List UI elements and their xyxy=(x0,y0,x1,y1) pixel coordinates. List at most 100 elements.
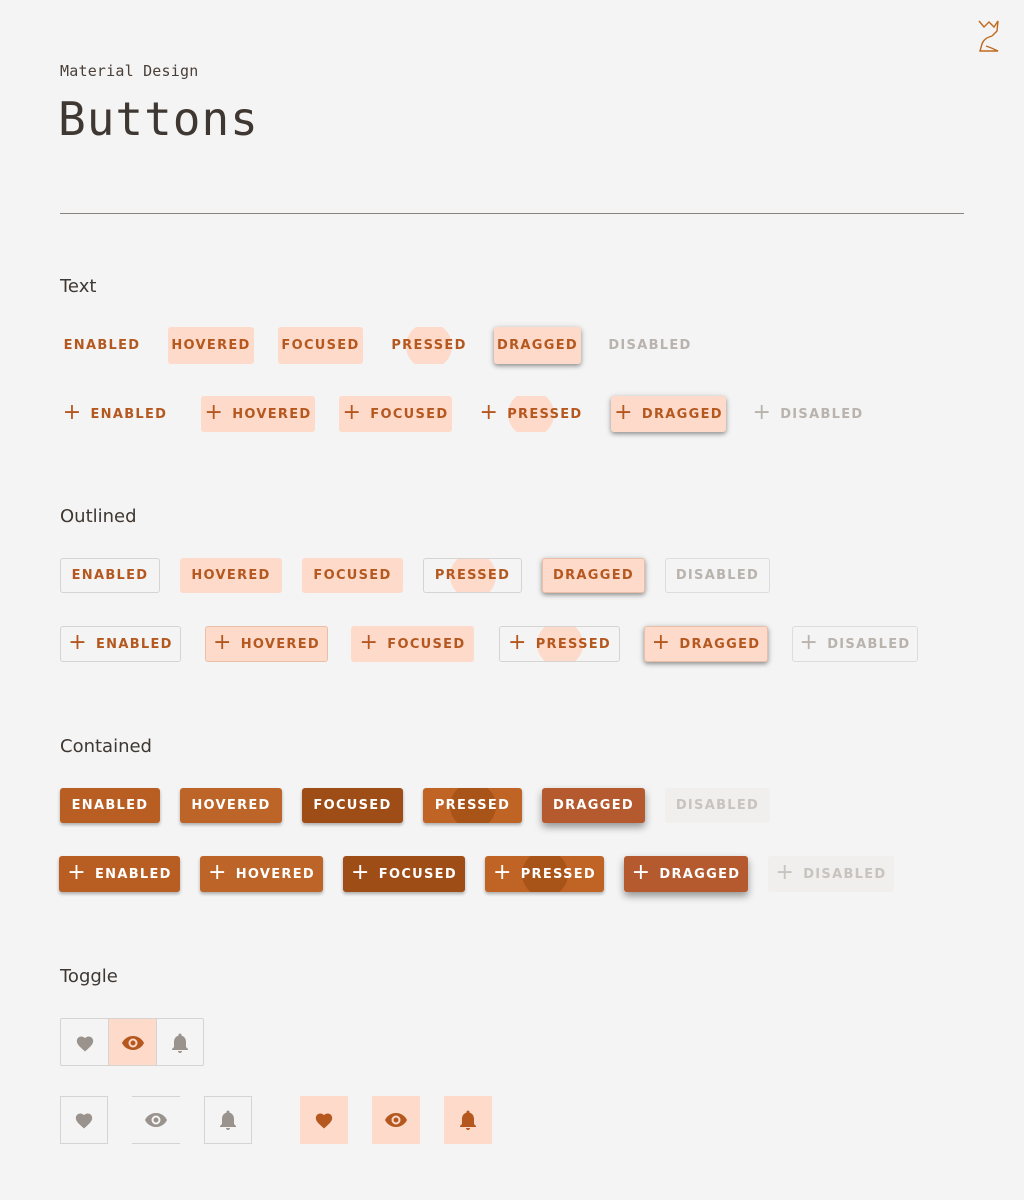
button-label: HOVERED xyxy=(191,568,271,583)
plus-icon: + xyxy=(752,400,773,425)
section-title-contained: Contained xyxy=(60,736,152,757)
button-label: DRAGGED xyxy=(679,636,761,652)
contained-icon-button-dragged[interactable]: + DRAGGED xyxy=(624,856,748,892)
button-label: PRESSED xyxy=(535,636,612,652)
page-title: Buttons xyxy=(58,92,259,146)
contained-icon-button-focused[interactable]: + FOCUSED xyxy=(343,856,465,892)
plus-icon: + xyxy=(351,860,371,885)
contained-button-dragged[interactable]: DRAGGED xyxy=(542,788,645,823)
section-title-outlined: Outlined xyxy=(60,506,137,527)
contained-icon-button-enabled[interactable]: + ENABLED xyxy=(59,856,180,892)
plus-icon: + xyxy=(799,630,820,655)
outlined-icon-button-hovered[interactable]: + HOVERED xyxy=(205,626,328,662)
button-label: PRESSED xyxy=(434,568,511,583)
heart-icon[interactable] xyxy=(61,1019,108,1065)
text-button-dragged[interactable]: DRAGGED xyxy=(494,327,581,364)
plus-icon: + xyxy=(212,630,233,655)
contained-icon-button-hovered[interactable]: + HOVERED xyxy=(200,856,323,892)
button-label: HOVERED xyxy=(191,798,271,813)
outlined-icon-button-pressed[interactable]: + PRESSED xyxy=(499,626,620,662)
page-overline: Material Design xyxy=(60,62,199,80)
button-label: FOCUSED xyxy=(281,338,360,353)
button-label: PRESSED xyxy=(507,406,583,422)
plus-icon: + xyxy=(614,400,634,425)
plus-icon: + xyxy=(631,860,652,885)
button-label: PRESSED xyxy=(391,338,467,353)
outlined-icon-button-enabled[interactable]: + ENABLED xyxy=(60,626,181,662)
button-label: DRAGGED xyxy=(553,798,634,813)
text-icon-button-dragged[interactable]: + DRAGGED xyxy=(611,396,726,432)
contained-button-enabled[interactable]: ENABLED xyxy=(60,788,160,823)
outlined-button-pressed[interactable]: PRESSED xyxy=(423,558,522,593)
outlined-button-dragged[interactable]: DRAGGED xyxy=(542,558,645,593)
contained-button-hovered[interactable]: HOVERED xyxy=(180,788,282,823)
eye-icon[interactable] xyxy=(372,1096,420,1144)
outlined-icon-button-disabled: + DISABLED xyxy=(792,626,918,662)
button-label: DISABLED xyxy=(803,866,887,882)
plus-icon: + xyxy=(507,630,528,655)
button-label: ENABLED xyxy=(90,406,168,422)
contained-icon-button-disabled: + DISABLED xyxy=(768,856,894,892)
text-icon-button-pressed[interactable]: + PRESSED xyxy=(476,396,586,432)
outlined-icon-button-dragged[interactable]: + DRAGGED xyxy=(644,626,768,662)
bell-icon[interactable] xyxy=(204,1096,252,1144)
heart-icon[interactable] xyxy=(60,1096,108,1144)
section-title-text: Text xyxy=(60,276,97,297)
button-label: DISABLED xyxy=(827,636,911,652)
button-label: HOVERED xyxy=(232,406,312,422)
button-label: FOCUSED xyxy=(313,568,392,583)
button-label: DISABLED xyxy=(780,406,864,422)
button-label: PRESSED xyxy=(434,798,511,813)
button-label: ENABLED xyxy=(95,636,173,652)
heart-icon[interactable] xyxy=(300,1096,348,1144)
text-button-focused[interactable]: FOCUSED xyxy=(278,327,363,364)
text-button-enabled[interactable]: ENABLED xyxy=(60,327,144,364)
button-label: ENABLED xyxy=(71,798,149,813)
eye-icon[interactable] xyxy=(132,1096,180,1144)
button-label: FOCUSED xyxy=(370,406,449,422)
plus-icon: + xyxy=(479,400,500,425)
contained-icon-button-pressed[interactable]: + PRESSED xyxy=(485,856,604,892)
outlined-button-disabled: DISABLED xyxy=(665,558,770,593)
outlined-button-enabled[interactable]: ENABLED xyxy=(60,558,160,593)
button-label: PRESSED xyxy=(520,866,597,882)
plus-icon: + xyxy=(67,860,87,885)
button-label: DRAGGED xyxy=(641,406,723,422)
section-title-toggle: Toggle xyxy=(60,966,118,987)
bell-icon[interactable] xyxy=(155,1019,203,1065)
button-label: HOVERED xyxy=(240,636,321,652)
text-icon-button-focused[interactable]: + FOCUSED xyxy=(339,396,452,432)
button-label: FOCUSED xyxy=(387,636,466,652)
divider xyxy=(60,213,964,214)
button-label: DISABLED xyxy=(675,568,760,583)
button-label: FOCUSED xyxy=(313,798,392,813)
outlined-icon-button-focused[interactable]: + FOCUSED xyxy=(351,626,474,662)
bell-icon[interactable] xyxy=(444,1096,492,1144)
toggle-button-group xyxy=(60,1018,204,1066)
button-label: ENABLED xyxy=(63,338,141,353)
text-button-hovered[interactable]: HOVERED xyxy=(168,327,254,364)
button-label: DRAGGED xyxy=(659,866,741,882)
contained-button-focused[interactable]: FOCUSED xyxy=(302,788,403,823)
outlined-button-hovered[interactable]: HOVERED xyxy=(180,558,282,593)
text-button-pressed[interactable]: PRESSED xyxy=(387,327,471,364)
plus-icon: + xyxy=(204,400,225,425)
plus-icon: + xyxy=(207,860,228,885)
button-label: FOCUSED xyxy=(378,866,457,882)
text-icon-button-hovered[interactable]: + HOVERED xyxy=(201,396,315,432)
eye-icon[interactable] xyxy=(108,1019,156,1065)
plus-icon: + xyxy=(62,400,83,425)
contained-button-pressed[interactable]: PRESSED xyxy=(423,788,522,823)
text-icon-button-enabled[interactable]: + ENABLED xyxy=(60,396,170,432)
button-label: HOVERED xyxy=(235,866,316,882)
button-label: DRAGGED xyxy=(553,568,634,583)
plus-icon: + xyxy=(492,860,513,885)
button-label: ENABLED xyxy=(71,568,149,583)
plus-icon: + xyxy=(775,860,796,885)
text-button-disabled: DISABLED xyxy=(605,327,695,364)
plus-icon: + xyxy=(342,400,363,425)
text-icon-button-disabled: + DISABLED xyxy=(750,396,866,432)
button-label: DISABLED xyxy=(608,338,692,353)
plus-icon: + xyxy=(651,630,672,655)
outlined-button-focused[interactable]: FOCUSED xyxy=(302,558,403,593)
